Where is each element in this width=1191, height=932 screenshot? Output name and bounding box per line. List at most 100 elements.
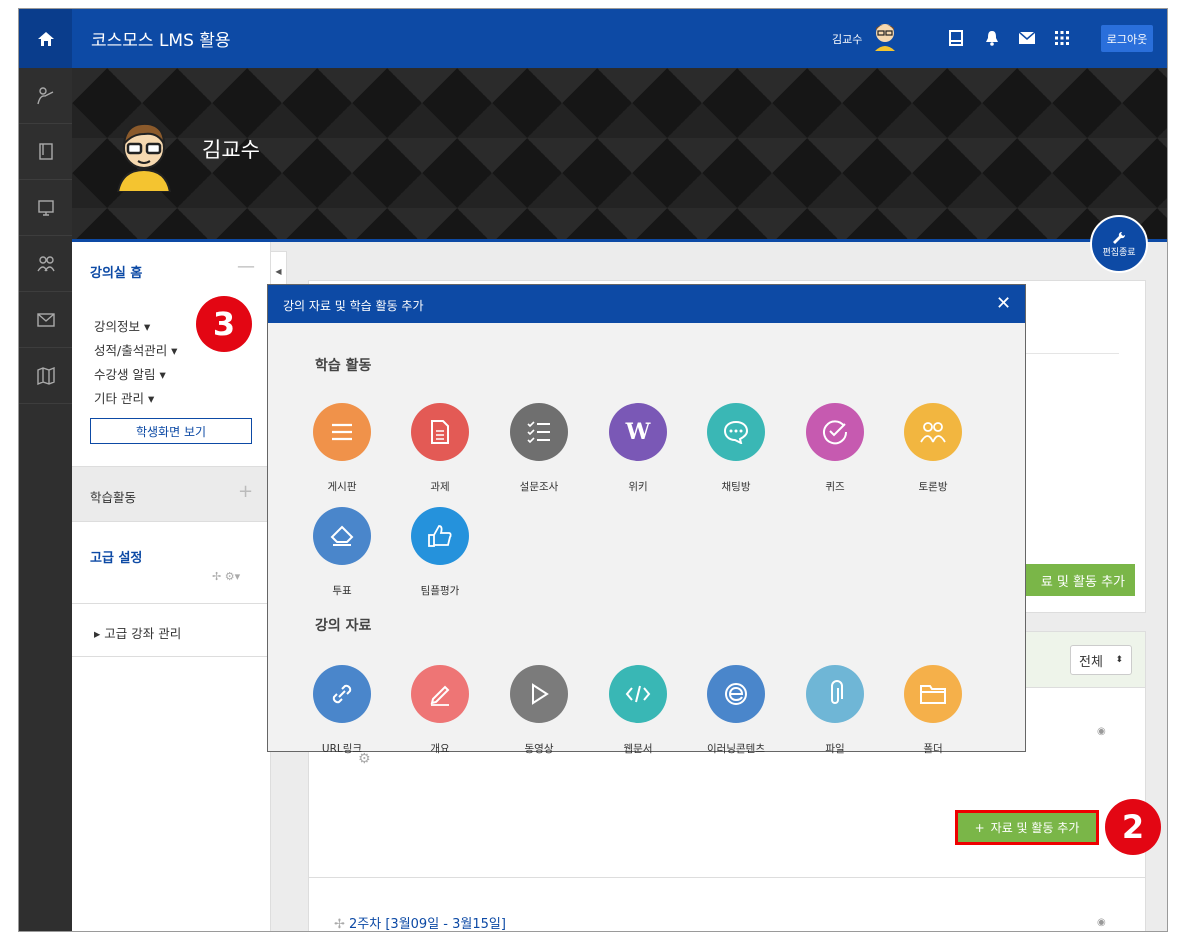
tile-label: 동영상 xyxy=(524,743,554,755)
sidebar-item-course-manage[interactable]: ▸ 고급 강좌 관리 xyxy=(94,623,181,642)
activity-tile-vote[interactable]: 투표 xyxy=(302,507,382,598)
logout-button[interactable]: 로그아웃 xyxy=(1101,25,1153,52)
map-icon xyxy=(36,366,55,385)
tile-label: 토론방 xyxy=(918,481,948,493)
folder-icon xyxy=(904,665,962,723)
pencil-icon xyxy=(411,665,469,723)
edit-mode-toggle[interactable]: 편집종료 xyxy=(1090,215,1148,273)
tile-label: 파일 xyxy=(825,743,845,755)
resource-tile-file[interactable]: 파일 xyxy=(795,665,875,756)
tile-label: URL링크 xyxy=(321,743,363,755)
edit-badge-label: 편집종료 xyxy=(1102,247,1136,258)
thumbs-up-icon xyxy=(411,507,469,565)
tile-label: 퀴즈 xyxy=(825,481,845,493)
resource-tile-elearning[interactable]: 이러닝콘텐츠 xyxy=(696,665,776,756)
avatar xyxy=(116,122,172,192)
collapse-button[interactable]: — xyxy=(237,256,255,277)
list-icon xyxy=(313,403,371,461)
link-icon xyxy=(313,665,371,723)
sidebar-item-label: 학습활동 xyxy=(90,490,137,505)
top-navbar: 코스모스 LMS 활용 김교수 로그아웃 xyxy=(19,9,1167,68)
wrench-icon xyxy=(1113,231,1126,244)
home-button[interactable] xyxy=(19,9,72,68)
rail-item-board[interactable] xyxy=(19,180,72,236)
dashboard-icon[interactable] xyxy=(945,27,967,49)
sidebar-item-notifications[interactable]: 수강생 알림 ▾ xyxy=(94,364,166,383)
user-name[interactable]: 김교수 xyxy=(832,31,862,47)
activity-tile-assignment[interactable]: 과제 xyxy=(400,403,480,494)
activity-tile-survey[interactable]: 설문조사 xyxy=(499,403,579,494)
rail-item-courses[interactable] xyxy=(19,124,72,180)
add-activity-label: 자료 및 활동 추가 xyxy=(990,821,1080,835)
icon-rail xyxy=(19,68,72,931)
avatar[interactable] xyxy=(872,21,898,51)
step-3-badge: 3 xyxy=(196,296,252,352)
tile-label: 이러닝콘텐츠 xyxy=(707,743,765,755)
rail-item-community[interactable] xyxy=(19,236,72,292)
resource-tile-overview[interactable]: 개요 xyxy=(400,665,480,756)
resource-tile-folder[interactable]: 폴더 xyxy=(893,665,973,756)
eraser-icon xyxy=(313,507,371,565)
lms-window: 코스모스 LMS 활용 김교수 로그아웃 김교수 강의실 홈 — 강의정보 ▾ … xyxy=(18,8,1168,932)
sidebar-item-grades[interactable]: 성적/출석관리 ▾ xyxy=(94,340,177,359)
envelope-icon xyxy=(36,312,55,327)
users-icon xyxy=(36,255,55,271)
activity-tile-board[interactable]: 게시판 xyxy=(302,403,382,494)
resource-tile-url[interactable]: URL링크 xyxy=(302,665,382,756)
apps-grid-icon[interactable] xyxy=(1051,27,1073,49)
section-title-resources: 강의 자료 xyxy=(315,618,372,634)
monitor-icon xyxy=(37,199,54,216)
dialog-title: 강의 자료 및 학습 활동 추가 xyxy=(283,299,424,313)
divider xyxy=(72,603,271,604)
eye-icon[interactable]: ◉ xyxy=(1097,726,1106,737)
eye-icon[interactable]: ◉ xyxy=(1097,917,1106,928)
activity-tile-quiz[interactable]: 퀴즈 xyxy=(795,403,875,494)
course-title[interactable]: 코스모스 LMS 활용 xyxy=(91,26,231,51)
add-activity-button[interactable]: 료 및 활동 추가 xyxy=(1023,564,1135,596)
teacher-icon xyxy=(36,86,53,104)
filter-select[interactable]: 전체 ⬍ xyxy=(1070,645,1132,675)
tile-label: 채팅방 xyxy=(721,481,751,493)
rail-item-teaching[interactable] xyxy=(19,68,72,124)
add-activity-dialog: 강의 자료 및 학습 활동 추가 ✕ 학습 활동 강의 자료 게시판 과제 설문… xyxy=(267,284,1026,755)
sidebar-item-activities[interactable]: 학습활동 + xyxy=(72,466,271,522)
sidebar-item-other[interactable]: 기타 관리 ▾ xyxy=(94,388,154,407)
tile-label: 과제 xyxy=(430,481,450,493)
sidebar-item-home[interactable]: 강의실 홈 xyxy=(90,262,142,281)
settings-icon[interactable]: ✢ ⚙▾ xyxy=(212,570,240,583)
sort-icon: ⬍ xyxy=(1115,655,1123,665)
student-view-button[interactable]: 학생화면 보기 xyxy=(90,418,252,444)
activity-tile-team-eval[interactable]: 팀플평가 xyxy=(400,507,480,598)
bell-icon[interactable] xyxy=(981,27,1003,49)
dialog-header: 강의 자료 및 학습 활동 추가 ✕ xyxy=(268,285,1025,323)
profile-banner: 김교수 xyxy=(72,68,1167,242)
rail-item-map[interactable] xyxy=(19,348,72,404)
profile-name: 김교수 xyxy=(202,138,260,162)
activity-tile-chat[interactable]: 채팅방 xyxy=(696,403,776,494)
sidebar-item-advanced[interactable]: 고급 설정 xyxy=(90,547,142,566)
home-icon xyxy=(37,31,54,46)
book-icon xyxy=(38,142,53,160)
resource-tile-webdoc[interactable]: 웹문서 xyxy=(598,665,678,756)
resource-tile-video[interactable]: 동영상 xyxy=(499,665,579,756)
tile-label: 폴더 xyxy=(923,743,943,755)
week-title: 2주차 [3월09일 - 3월15일] xyxy=(349,917,506,932)
tile-label: 웹문서 xyxy=(623,743,653,755)
plus-icon[interactable]: + xyxy=(238,481,253,502)
tile-label: 위키 xyxy=(628,481,648,493)
tile-label: 게시판 xyxy=(327,481,357,493)
sidebar-item-course-info[interactable]: 강의정보 ▾ xyxy=(94,316,150,335)
add-activity-button[interactable]: + 자료 및 활동 추가 xyxy=(955,810,1099,845)
activity-tile-wiki[interactable]: W 위키 xyxy=(598,403,678,494)
chat-icon xyxy=(707,403,765,461)
rail-item-messages[interactable] xyxy=(19,292,72,348)
people-icon xyxy=(904,403,962,461)
close-icon[interactable]: ✕ xyxy=(996,293,1011,314)
play-icon xyxy=(510,665,568,723)
checklist-icon xyxy=(510,403,568,461)
mail-icon[interactable] xyxy=(1016,27,1038,49)
document-icon xyxy=(411,403,469,461)
week-section-link[interactable]: ✢ 2주차 [3월09일 - 3월15일] xyxy=(334,913,506,932)
activity-tile-discussion[interactable]: 토론방 xyxy=(893,403,973,494)
move-icon[interactable]: ✢ xyxy=(334,917,349,931)
